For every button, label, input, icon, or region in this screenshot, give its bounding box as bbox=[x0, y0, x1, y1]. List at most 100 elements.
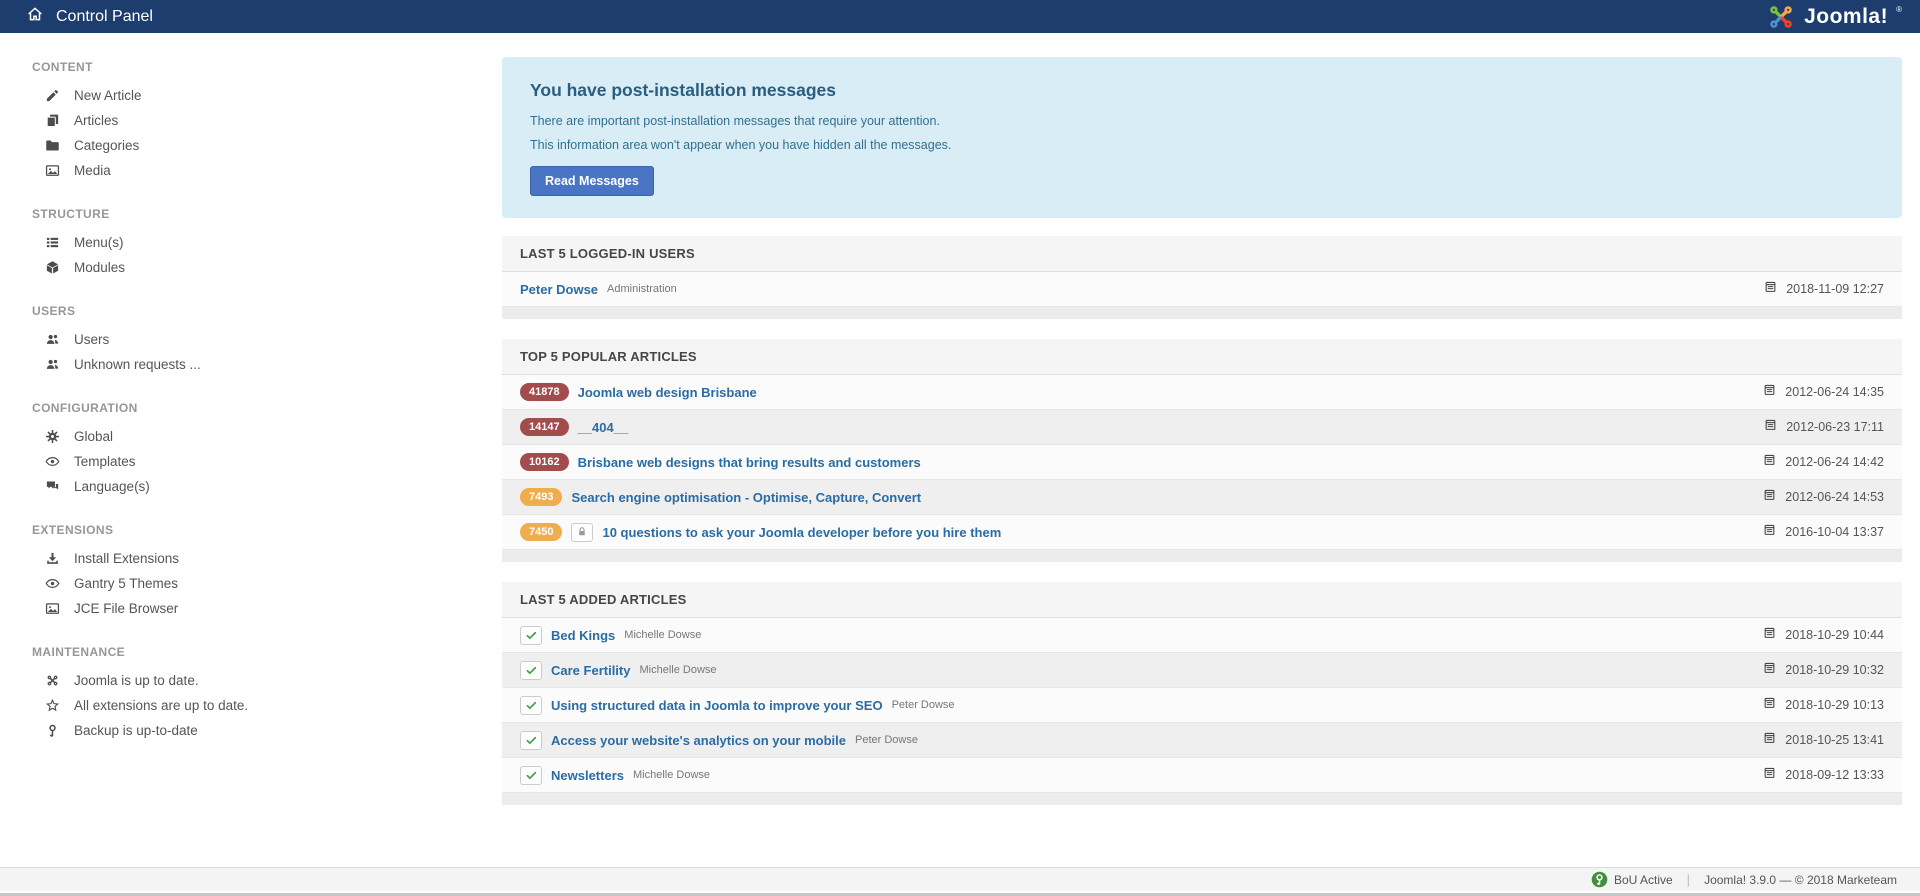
comments-icon bbox=[44, 479, 61, 494]
article-link[interactable]: Newsletters bbox=[551, 768, 624, 783]
sidebar-item-label: Backup is up-to-date bbox=[74, 723, 198, 738]
sidebar-section-extensions: EXTENSIONS Install Extensions Gantry 5 T… bbox=[30, 515, 400, 621]
message-box-title: You have post-installation messages bbox=[530, 80, 837, 100]
hits-badge: 14147 bbox=[520, 418, 569, 436]
article-link[interactable]: Brisbane web designs that bring results … bbox=[578, 455, 921, 470]
calendar-icon bbox=[1763, 696, 1776, 714]
article-link[interactable]: Care Fertility bbox=[551, 663, 630, 678]
calendar-icon bbox=[1764, 280, 1777, 298]
sidebar-item-extensions-update-status[interactable]: All extensions are up to date. bbox=[30, 693, 400, 718]
sidebar-item-label: Modules bbox=[74, 260, 126, 275]
sidebar-item-media[interactable]: Media bbox=[30, 158, 400, 183]
top-bar: Control Panel Joomla! ® bbox=[0, 0, 1920, 33]
article-date: 2018-09-12 13:33 bbox=[1785, 768, 1884, 782]
sidebar-item-label: All extensions are up to date. bbox=[74, 698, 249, 713]
popular-article-row: 10162 Brisbane web designs that bring re… bbox=[502, 445, 1902, 480]
sidebar-item-templates[interactable]: Templates bbox=[30, 449, 400, 474]
calendar-icon bbox=[1763, 383, 1776, 401]
sidebar-item-label: Users bbox=[74, 332, 110, 347]
cube-icon bbox=[44, 260, 61, 275]
sidebar-item-articles[interactable]: Articles bbox=[30, 108, 400, 133]
eye-icon bbox=[44, 576, 61, 591]
article-date: 2012-06-23 17:11 bbox=[1786, 420, 1884, 434]
calendar-icon bbox=[1764, 418, 1777, 436]
home-icon bbox=[26, 5, 44, 28]
sidebar-section-users: USERS Users Unknown requests ... bbox=[30, 296, 400, 377]
bou-active-label: BoU Active bbox=[1613, 872, 1673, 887]
article-link[interactable]: Using structured data in Joomla to impro… bbox=[551, 698, 883, 713]
sidebar-item-label: Templates bbox=[74, 454, 136, 469]
sidebar-item-users[interactable]: Users bbox=[30, 327, 400, 352]
panel-title: LAST 5 LOGGED-IN USERS bbox=[502, 236, 1902, 272]
sidebar-item-new-article[interactable]: New Article bbox=[30, 83, 400, 108]
published-check-icon bbox=[520, 695, 542, 715]
sidebar-item-label: Language(s) bbox=[74, 479, 150, 494]
article-link[interactable]: __404__ bbox=[578, 420, 629, 435]
article-date: 2016-10-04 13:37 bbox=[1785, 525, 1884, 539]
message-box-line1: There are important post-installation me… bbox=[530, 114, 940, 128]
user-group-label: Administration bbox=[607, 283, 677, 295]
calendar-icon bbox=[1763, 626, 1776, 644]
article-link[interactable]: Joomla web design Brisbane bbox=[578, 385, 757, 400]
article-link[interactable]: Access your website's analytics on your … bbox=[551, 733, 846, 748]
sidebar-header-configuration: CONFIGURATION bbox=[32, 401, 138, 415]
sidebar-item-install-extensions[interactable]: Install Extensions bbox=[30, 546, 400, 571]
article-link[interactable]: Search engine optimisation - Optimise, C… bbox=[571, 490, 921, 505]
user-name-link[interactable]: Peter Dowse bbox=[520, 282, 598, 297]
popular-article-row: 14147 __404__ 2012-06-23 17:11 bbox=[502, 410, 1902, 445]
article-date: 2012-06-24 14:35 bbox=[1785, 385, 1884, 399]
panel-logged-in-users: LAST 5 LOGGED-IN USERS Peter Dowse Admin… bbox=[502, 236, 1902, 319]
sidebar-item-categories[interactable]: Categories bbox=[30, 133, 400, 158]
sidebar-item-backup-status[interactable]: Backup is up-to-date bbox=[30, 718, 400, 743]
admin-sidebar: CONTENT New Article Articles Categories … bbox=[30, 52, 400, 759]
sidebar-header-users: USERS bbox=[32, 304, 76, 318]
sidebar-item-joomla-update-status[interactable]: Joomla is up to date. bbox=[30, 668, 400, 693]
page-title: Control Panel bbox=[56, 7, 153, 25]
article-date: 2012-06-24 14:42 bbox=[1785, 455, 1884, 469]
image-icon bbox=[44, 601, 61, 616]
added-article-row: Care Fertility Michelle Dowse 2018-10-29… bbox=[502, 653, 1902, 688]
sidebar-item-modules[interactable]: Modules bbox=[30, 255, 400, 280]
article-date: 2012-06-24 14:53 bbox=[1785, 490, 1884, 504]
sidebar-item-jce-file-browser[interactable]: JCE File Browser bbox=[30, 596, 400, 621]
published-check-icon bbox=[520, 730, 542, 750]
registered-mark: ® bbox=[1896, 5, 1902, 14]
calendar-icon bbox=[1763, 661, 1776, 679]
sidebar-item-label: Menu(s) bbox=[74, 235, 124, 250]
sidebar-item-label: Media bbox=[74, 163, 111, 178]
published-check-icon bbox=[520, 765, 542, 785]
logged-in-user-row: Peter Dowse Administration 2018-11-09 12… bbox=[502, 272, 1902, 307]
sidebar-item-label: JCE File Browser bbox=[74, 601, 179, 616]
sidebar-item-label: Global bbox=[74, 429, 114, 444]
calendar-icon bbox=[1763, 766, 1776, 784]
sidebar-item-unknown-requests[interactable]: Unknown requests ... bbox=[30, 352, 400, 377]
star-icon bbox=[44, 698, 61, 713]
calendar-icon bbox=[1763, 453, 1776, 471]
list-icon bbox=[44, 235, 61, 250]
sidebar-item-label: Articles bbox=[74, 113, 119, 128]
added-article-row: Newsletters Michelle Dowse 2018-09-12 13… bbox=[502, 758, 1902, 793]
read-messages-button[interactable]: Read Messages bbox=[530, 166, 654, 196]
article-date: 2018-10-29 10:32 bbox=[1785, 663, 1884, 677]
eye-icon bbox=[44, 454, 61, 469]
published-check-icon bbox=[520, 625, 542, 645]
pencil-icon bbox=[44, 88, 61, 103]
popular-article-row: 41878 Joomla web design Brisbane 2012-06… bbox=[502, 375, 1902, 410]
calendar-icon bbox=[1763, 731, 1776, 749]
sidebar-item-label: Install Extensions bbox=[74, 551, 180, 566]
sidebar-item-menus[interactable]: Menu(s) bbox=[30, 230, 400, 255]
sidebar-item-global[interactable]: Global bbox=[30, 424, 400, 449]
sidebar-item-gantry-themes[interactable]: Gantry 5 Themes bbox=[30, 571, 400, 596]
sidebar-header-content: CONTENT bbox=[32, 60, 93, 74]
popular-article-row: 7450 10 questions to ask your Joomla dev… bbox=[502, 515, 1902, 550]
article-link[interactable]: Bed Kings bbox=[551, 628, 615, 643]
article-author: Michelle Dowse bbox=[639, 664, 717, 676]
sidebar-item-label: New Article bbox=[74, 88, 142, 103]
footer-divider: | bbox=[1686, 872, 1691, 887]
hits-badge: 7493 bbox=[520, 488, 563, 506]
hits-badge: 7450 bbox=[520, 523, 563, 541]
article-author: Michelle Dowse bbox=[632, 769, 711, 781]
sidebar-item-languages[interactable]: Language(s) bbox=[30, 474, 400, 499]
article-link[interactable]: 10 questions to ask your Joomla develope… bbox=[602, 525, 1001, 540]
download-icon bbox=[44, 551, 61, 566]
